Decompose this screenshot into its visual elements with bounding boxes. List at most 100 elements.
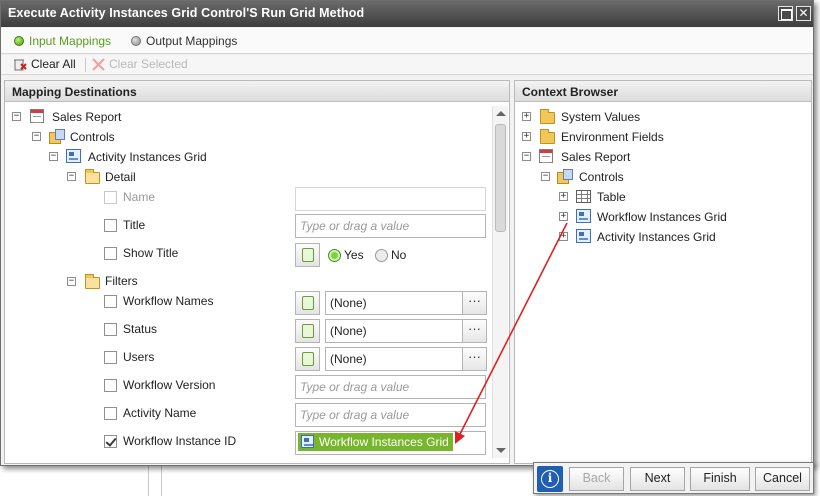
tab-input-mappings-label: Input Mappings (29, 34, 112, 48)
show-title-yes-radio[interactable] (328, 249, 341, 262)
maximize-button[interactable] (778, 6, 793, 21)
expression-button[interactable] (295, 243, 320, 267)
report-icon (30, 109, 44, 123)
mapping-tabs: Input Mappings Output Mappings (1, 28, 813, 54)
expand-toggle-table[interactable]: + (559, 192, 568, 201)
report-icon (539, 149, 553, 163)
next-button[interactable]: Next (630, 467, 685, 491)
show-title-no-label: No (391, 248, 407, 262)
field-label-status: Status (123, 322, 158, 336)
show-title-checkbox[interactable] (104, 247, 117, 260)
status-dropdown[interactable]: (None) (325, 319, 463, 343)
collapse-toggle-filters[interactable]: − (67, 277, 76, 286)
left-panel-scrollbar[interactable] (492, 106, 508, 458)
finish-button[interactable]: Finish (690, 467, 750, 491)
show-title-no-radio[interactable] (375, 249, 388, 262)
background-lines (148, 466, 162, 496)
close-button[interactable]: ✕ (796, 6, 811, 21)
wizard-button-bar: i Back Next Finish Cancel (533, 462, 814, 494)
workflow-names-checkbox[interactable] (104, 295, 117, 308)
info-button[interactable]: i (537, 466, 563, 492)
context-label-activity-instances-grid[interactable]: Activity Instances Grid (597, 230, 716, 244)
expand-toggle-system-values[interactable]: + (522, 112, 531, 121)
active-tab-icon (14, 36, 24, 46)
context-label-table[interactable]: Table (597, 190, 626, 204)
close-icon: ✕ (798, 6, 809, 20)
tree-label-controls[interactable]: Controls (70, 130, 115, 144)
tab-input-mappings[interactable]: Input Mappings (14, 34, 111, 48)
mapping-destinations-header: Mapping Destinations (5, 81, 509, 102)
grid-control-icon (66, 149, 81, 163)
context-label-sales-report[interactable]: Sales Report (561, 150, 630, 164)
folder-open-icon (85, 169, 100, 184)
scroll-up-icon[interactable] (496, 111, 506, 116)
inactive-tab-icon (131, 36, 141, 46)
activity-name-checkbox[interactable] (104, 407, 117, 420)
field-label-workflow-instance-id: Workflow Instance ID (123, 434, 237, 448)
expression-button[interactable] (295, 319, 320, 343)
context-label-system-values[interactable]: System Values (561, 110, 640, 124)
tree-label-detail[interactable]: Detail (105, 170, 136, 184)
grid-control-icon (576, 229, 591, 243)
tab-output-mappings[interactable]: Output Mappings (131, 34, 237, 48)
scroll-thumb[interactable] (495, 124, 506, 232)
folder-icon (540, 109, 555, 124)
context-label-controls[interactable]: Controls (579, 170, 624, 184)
expression-button[interactable] (295, 347, 320, 371)
toolbar-separator (85, 58, 86, 72)
mapped-value-label: Workflow Instances Grid (319, 435, 449, 449)
workflow-names-dropdown[interactable]: (None) (325, 291, 463, 315)
clear-selected-icon (92, 57, 105, 71)
users-checkbox[interactable] (104, 351, 117, 364)
expand-toggle-workflow-instances-grid[interactable]: + (559, 212, 568, 221)
collapse-toggle-context-sales-report[interactable]: − (522, 152, 531, 161)
expression-button[interactable] (295, 291, 320, 315)
context-label-environment-fields[interactable]: Environment Fields (561, 130, 664, 144)
collapse-toggle-sales-report[interactable]: − (12, 112, 21, 121)
collapse-toggle-context-controls[interactable]: − (541, 172, 550, 181)
workflow-instance-id-checkbox[interactable] (104, 435, 117, 448)
tree-label-activity-instances-grid[interactable]: Activity Instances Grid (88, 150, 207, 164)
users-dropdown[interactable]: (None) (325, 347, 463, 371)
expand-toggle-activity-instances-grid[interactable]: + (559, 232, 568, 241)
mapped-value-chip[interactable]: Workflow Instances Grid (298, 433, 453, 451)
cancel-button[interactable]: Cancel (755, 467, 810, 491)
tab-output-mappings-label: Output Mappings (146, 34, 238, 48)
clear-all-button[interactable]: Clear All (13, 57, 76, 71)
controls-icon (49, 129, 65, 144)
field-label-workflow-names: Workflow Names (123, 294, 214, 308)
field-label-name: Name (123, 190, 156, 204)
users-browse-button[interactable]: ··· (462, 347, 487, 371)
expand-toggle-environment-fields[interactable]: + (522, 132, 531, 141)
tree-label-sales-report[interactable]: Sales Report (52, 110, 121, 124)
clear-selected-label: Clear Selected (109, 57, 188, 71)
workflow-version-value-field[interactable]: Type or drag a value (295, 375, 486, 399)
context-label-workflow-instances-grid[interactable]: Workflow Instances Grid (597, 210, 727, 224)
collapse-toggle-detail[interactable]: − (67, 172, 76, 181)
collapse-toggle-controls[interactable]: − (32, 132, 41, 141)
status-browse-button[interactable]: ··· (462, 319, 487, 343)
field-label-title: Title (123, 218, 146, 232)
workflow-version-checkbox[interactable] (104, 379, 117, 392)
folder-icon (540, 129, 555, 144)
show-title-yes-label: Yes (344, 248, 364, 262)
status-checkbox[interactable] (104, 323, 117, 336)
name-value-field[interactable] (295, 187, 486, 211)
activity-name-value-field[interactable]: Type or drag a value (295, 403, 486, 427)
name-checkbox[interactable] (104, 191, 117, 204)
window-title: Execute Activity Instances Grid Control'… (8, 6, 365, 20)
dialog-window: Execute Activity Instances Grid Control'… (0, 0, 814, 466)
clear-all-icon (14, 59, 27, 71)
collapse-toggle-activity-grid[interactable]: − (49, 152, 58, 161)
field-label-workflow-version: Workflow Version (123, 378, 216, 392)
controls-icon (557, 169, 573, 184)
title-value-field[interactable]: Type or drag a value (295, 214, 486, 238)
workflow-names-browse-button[interactable]: ··· (462, 291, 487, 315)
context-browser-header: Context Browser (515, 81, 811, 102)
clear-selected-button[interactable]: Clear Selected (92, 57, 188, 71)
tree-label-filters[interactable]: Filters (105, 274, 138, 288)
scroll-down-icon[interactable] (496, 448, 506, 453)
field-label-users: Users (123, 350, 155, 364)
title-checkbox[interactable] (104, 219, 117, 232)
back-button[interactable]: Back (569, 467, 624, 491)
